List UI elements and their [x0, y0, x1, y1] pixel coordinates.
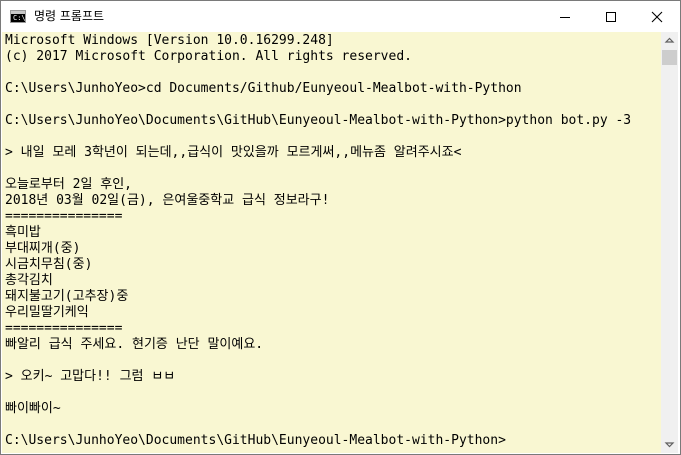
close-icon — [651, 11, 663, 23]
console-output[interactable]: Microsoft Windows [Version 10.0.16299.24… — [2, 32, 661, 453]
title-bar[interactable]: C:\ 명령 프롬프트 — [1, 1, 680, 32]
vertical-scrollbar[interactable] — [661, 32, 678, 453]
console-line: 오늘로부터 2일 후인, — [5, 177, 132, 192]
console-line: 빠알리 급식 주세요. 현기증 난단 말이예요. — [5, 337, 264, 352]
scroll-thumb[interactable] — [662, 50, 677, 65]
console-line: 총각김치 — [5, 273, 53, 288]
minimize-icon — [560, 17, 570, 18]
console-line: > 오키~ 고맙다!! 그럼 ㅂㅂ — [5, 369, 176, 384]
console-line: C:\Users\JunhoYeo>cd Documents/Github/Eu… — [5, 81, 522, 96]
console-line: > 내일 모레 3학년이 되는데,,급식이 맛있을까 모르게써,,메뉴좀 알려주… — [5, 145, 462, 160]
console-line: 흑미밥 — [5, 225, 41, 240]
scroll-down-arrow-icon[interactable] — [661, 436, 678, 453]
console-prompt-line: C:\Users\JunhoYeo\Documents\GitHub\Eunye… — [5, 433, 506, 448]
console-line: 부대찌개(중) — [5, 241, 81, 256]
cmd-icon[interactable]: C:\ — [10, 10, 26, 23]
scroll-up-arrow-icon[interactable] — [661, 32, 678, 49]
console-line: 우리밀딸기케익 — [5, 305, 89, 320]
close-button[interactable] — [634, 1, 680, 32]
console-line: =============== — [5, 321, 123, 336]
console-line: 시금치무침(중) — [5, 257, 93, 272]
console-line: C:\Users\JunhoYeo\Documents\GitHub\Eunye… — [5, 113, 632, 128]
command-prompt-window: C:\ 명령 프롬프트 Microsoft Windows [Version 1… — [0, 0, 681, 455]
console-line: Microsoft Windows [Version 10.0.16299.24… — [5, 33, 334, 48]
cmd-icon-prompt: C:\ — [13, 14, 26, 22]
console-line: 돼지불고기(고추장)중 — [5, 289, 129, 304]
console-line: 빠이빠이~ — [5, 401, 61, 416]
console-line: 2018년 03월 02일(금), 은여울중학교 급식 정보라구! — [5, 193, 330, 208]
console-line: =============== — [5, 209, 123, 224]
maximize-icon — [606, 12, 616, 22]
minimize-button[interactable] — [542, 1, 588, 32]
maximize-button[interactable] — [588, 1, 634, 32]
console-line: (c) 2017 Microsoft Corporation. All righ… — [5, 49, 412, 64]
window-title: 명령 프롬프트 — [34, 9, 105, 23]
